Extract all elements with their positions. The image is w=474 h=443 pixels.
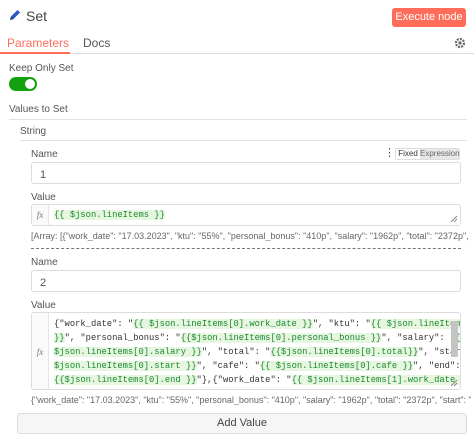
literal-text: ", "ktu": " [312,319,371,329]
node-title: Set [26,8,48,24]
resize-handle-icon[interactable] [450,215,458,223]
tab-docs[interactable]: Docs [83,36,110,50]
keep-only-set-toggle[interactable] [9,77,37,91]
expression-token: }} [54,333,65,343]
pencil-icon [10,10,20,20]
toggle-knob [25,79,35,89]
options-kebab-icon[interactable]: ⋮ [384,148,395,159]
expression-token: {{ $json.lineItems[0].work_date }} [133,319,313,329]
expression-token: {{ $json.lineItems[0].ktu [370,319,460,329]
literal-text: "},{"work_date": " [196,375,292,385]
divider [20,140,467,141]
field2-result-preview: {"work_date": "17.03.2023", "ktu": "55%"… [31,395,471,405]
fx-icon: fx [32,313,49,389]
field1-expression-editor[interactable]: fx {{ $json.lineItems }} [31,204,461,226]
literal-text: ", "cafe": " [196,361,260,371]
expression-token: $json.lineItems[0].start }} [54,361,197,371]
execute-node-button[interactable]: Execute node [392,8,466,27]
field1-name-label: Name [31,149,58,160]
fixed-expression-toggle[interactable]: Fixed Expression [395,148,460,160]
field1-value-label: Value [31,192,56,203]
gear-icon[interactable] [454,37,466,49]
expression-token: {{ $json.lineItems[1].work_date }} [291,375,460,385]
values-to-set-label: Values to Set [9,104,68,115]
editor-scrollbar[interactable] [451,321,458,357]
add-value-button[interactable]: Add Value [17,413,467,434]
expression-token: $json.lineItems[0].salary }} [54,347,202,357]
expression-token: {{$json.lineItems[0].end }} [54,375,197,385]
expression-token: {{ $json.lineItems[0].cafe }} [259,361,413,371]
expression-option[interactable]: Expression [420,149,460,159]
code-line: {"work_date": "{{ $json.lineItems[0].wor… [54,317,460,331]
literal-text: ", "salary": " [381,333,456,343]
code-line: }}", "personal_bonus": "{{$json.lineItem… [54,331,460,345]
literal-text: ", "end":" [413,361,461,371]
resize-handle-icon[interactable] [450,379,458,387]
field2-name-label: Name [31,257,58,268]
tab-bar: Parameters Docs [0,33,474,54]
literal-text: ", "personal_bonus": " [64,333,181,343]
field1-name-input[interactable]: 1 [31,162,461,184]
divider [9,119,467,120]
field-separator [31,248,461,249]
code-line: $json.lineItems[0].start }}", "cafe": "{… [54,359,460,373]
node-header: Set Execute node [0,0,474,33]
expression-token: {{$json.lineItems[0].total}} [270,347,419,357]
literal-text: ", "total": " [201,347,271,357]
fx-icon: fx [32,205,49,225]
expression-token: {{$json.lineItems[0].personal_bonus }} [180,333,382,343]
field2-name-input[interactable]: 2 [31,270,461,292]
field1-result-preview: [Array: [{"work_date": "17.03.2023", "kt… [31,231,471,241]
code-area: {"work_date": "{{ $json.lineItems[0].wor… [54,317,460,387]
fixed-option[interactable]: Fixed [396,149,420,159]
active-tab-indicator [0,52,70,54]
string-section-label: String [20,126,47,137]
field2-value-label: Value [31,300,56,311]
code-line: {{$json.lineItems[0].end }}"},{"work_dat… [54,373,460,387]
tab-parameters[interactable]: Parameters [7,36,69,50]
field2-expression-editor[interactable]: fx {"work_date": "{{ $json.lineItems[0].… [31,312,461,390]
code-line: $json.lineItems[0].salary }}", "total": … [54,345,460,359]
keep-only-set-label: Keep Only Set [9,63,74,74]
literal-text: {"work_date": " [54,319,134,329]
